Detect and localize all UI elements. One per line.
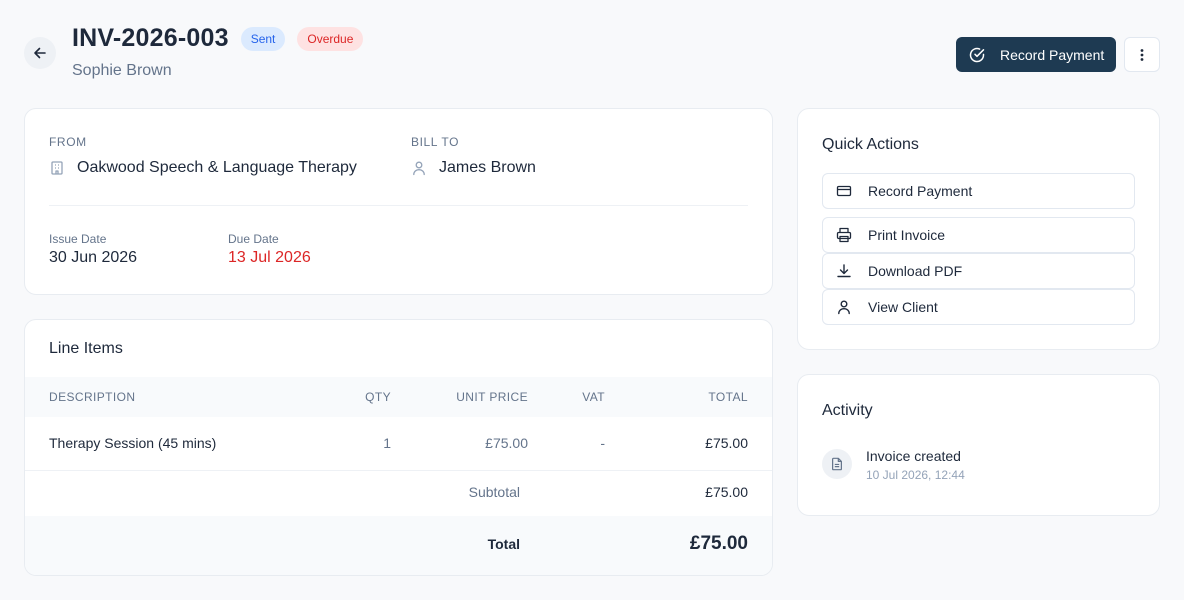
printer-icon — [836, 227, 852, 243]
record-payment-label: Record Payment — [1000, 46, 1105, 63]
credit-card-icon — [836, 185, 852, 197]
activity-item-icon — [822, 449, 852, 479]
record-payment-button[interactable]: Record Payment — [956, 37, 1116, 72]
from-name: Oakwood Speech & Language Therapy — [77, 159, 357, 176]
row-description: Therapy Session (45 mins) — [49, 435, 217, 451]
details-divider — [49, 205, 748, 206]
more-vertical-icon — [1140, 48, 1144, 61]
total-value: £75.00 — [689, 533, 748, 554]
quick-action-download-pdf[interactable]: Download PDF — [822, 253, 1135, 289]
status-badge-sent: Sent — [240, 26, 286, 51]
quick-action-label: View Client — [868, 299, 938, 315]
quick-actions-card: Quick Actions Record Payment Print Invoi… — [797, 108, 1160, 350]
total-label: Total — [487, 536, 520, 552]
col-vat: VAT — [582, 390, 605, 404]
quick-action-print-invoice[interactable]: Print Invoice — [822, 217, 1135, 253]
more-options-button[interactable] — [1124, 37, 1160, 72]
row-unit-price: £75.00 — [485, 435, 528, 451]
title-row: INV-2026-003 Sent Overdue — [72, 24, 364, 53]
due-date-value: 13 Jul 2026 — [228, 249, 311, 266]
bill-to-party: James Brown — [411, 159, 536, 177]
quick-actions-heading: Quick Actions — [822, 136, 919, 153]
line-items-card: Line Items DESCRIPTION QTY UNIT PRICE VA… — [24, 319, 773, 576]
bill-to-label: BILL TO — [411, 135, 460, 149]
download-icon — [837, 264, 851, 278]
activity-heading: Activity — [822, 402, 873, 419]
client-name: Sophie Brown — [72, 62, 172, 79]
building-icon — [51, 161, 63, 175]
arrow-left-icon — [34, 47, 46, 59]
row-vat: - — [600, 435, 605, 451]
quick-action-view-client[interactable]: View Client — [822, 289, 1135, 325]
quick-action-label: Download PDF — [868, 263, 963, 279]
invoice-title: INV-2026-003 — [72, 24, 229, 52]
row-divider — [25, 470, 772, 471]
line-items-heading: Line Items — [49, 340, 123, 357]
due-date-label: Due Date — [228, 232, 279, 246]
document-icon — [832, 457, 842, 471]
quick-action-record-payment[interactable]: Record Payment — [822, 173, 1135, 209]
quick-action-label: Print Invoice — [868, 227, 946, 243]
invoice-details-card: FROM Oakwood Speech & Language Therapy B… — [24, 108, 773, 295]
col-unit-price: UNIT PRICE — [456, 390, 528, 404]
back-button[interactable] — [24, 37, 56, 69]
row-qty: 1 — [383, 435, 391, 451]
user-icon — [413, 161, 425, 176]
check-circle-icon — [969, 47, 985, 62]
issue-date-value: 30 Jun 2026 — [49, 249, 138, 266]
subtotal-value: £75.00 — [705, 484, 748, 500]
status-badge-overdue: Overdue — [297, 26, 364, 51]
user-icon — [838, 300, 850, 315]
from-party: Oakwood Speech & Language Therapy — [49, 159, 357, 177]
issue-date-label: Issue Date — [49, 232, 107, 246]
activity-card: Activity Invoice created 10 Jul 2026, 12… — [797, 374, 1160, 516]
from-label: FROM — [49, 135, 87, 149]
col-total: TOTAL — [708, 390, 748, 404]
activity-item-time: 10 Jul 2026, 12:44 — [866, 468, 965, 482]
bill-to-name: James Brown — [439, 159, 536, 176]
quick-action-label: Record Payment — [868, 183, 973, 199]
activity-item-title: Invoice created — [866, 448, 961, 464]
col-description: DESCRIPTION — [49, 390, 136, 404]
row-total: £75.00 — [705, 435, 748, 451]
col-qty: QTY — [365, 390, 391, 404]
subtotal-label: Subtotal — [468, 484, 520, 500]
